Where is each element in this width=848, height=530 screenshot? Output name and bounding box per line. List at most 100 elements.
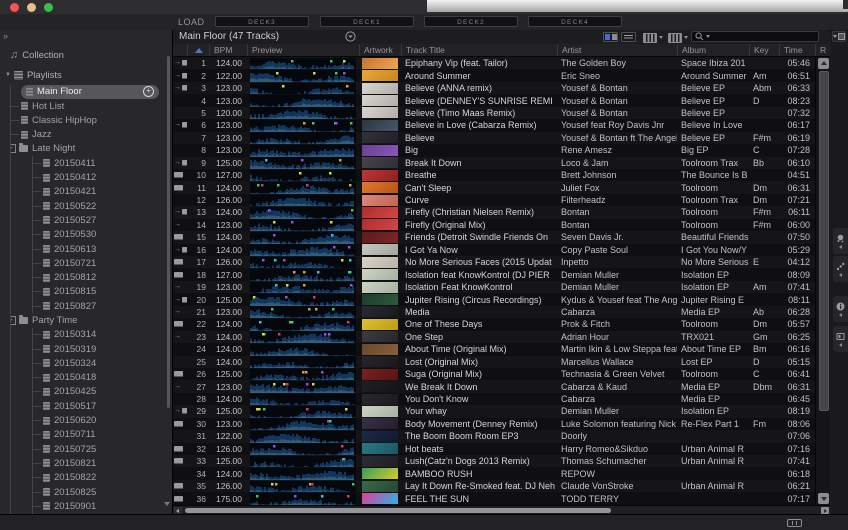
table-row[interactable]: 36 175.00 FEEL THE SUN TODD TERRY 07:17 [173, 492, 815, 504]
waveform-preview[interactable] [247, 244, 359, 256]
column-settings-dropdown[interactable] [643, 32, 664, 43]
table-row[interactable]: 22 124.00 One of These Days Prok & Fitch… [173, 318, 815, 330]
waveform-preview[interactable] [247, 343, 359, 355]
link-indicator-icon[interactable] [787, 519, 802, 527]
sidebar-item-20150827[interactable]: 20150827 [33, 299, 162, 313]
table-row[interactable]: 30 123.00 Body Movement (Denney Remix) L… [173, 418, 815, 430]
waveform-preview[interactable] [247, 132, 359, 144]
table-row[interactable]: 18 127.00 Isolation feat KnowKontrol (DJ… [173, 268, 815, 280]
waveform-preview[interactable] [247, 268, 359, 280]
table-row[interactable]: 31 122.00 The Boom Boom Room EP3 Doorly … [173, 430, 815, 442]
column-rating[interactable]: R [815, 44, 830, 56]
table-row[interactable]: 24 124.00 About Time (Original Mix) Mart… [173, 343, 815, 355]
sidebar-item-classic-hiphop[interactable]: Classic HipHop [11, 113, 162, 127]
sidebar-item-20150418[interactable]: 20150418 [33, 371, 162, 385]
waveform-preview[interactable] [247, 169, 359, 181]
table-row[interactable]: → 29 125.00 Your whay Demian Muller Isol… [173, 405, 815, 417]
collapse-expander-icon[interactable]: - [11, 144, 16, 153]
sidebar-item-20150411[interactable]: 20150411 [33, 156, 162, 170]
sidebar-item-20150725[interactable]: 20150725 [33, 442, 162, 456]
waveform-preview[interactable] [247, 368, 359, 380]
collapse-expander-icon[interactable]: - [11, 316, 16, 325]
waveform-preview[interactable] [247, 443, 359, 455]
vertical-scrollbar[interactable] [815, 57, 830, 505]
waveform-preview[interactable] [247, 467, 359, 479]
table-row[interactable]: → 9 125.00 Break It Down Loco & Jam Tool… [173, 157, 815, 169]
artwork-size-dropdown[interactable] [668, 32, 689, 43]
table-row[interactable]: → 21 123.00 Media Cabarza Media EP Ab 06… [173, 306, 815, 318]
sidebar-item-20150421[interactable]: 20150421 [33, 185, 162, 199]
table-row[interactable]: → 16 124.00 I Got Ya Now Copy Paste Soul… [173, 244, 815, 256]
table-row[interactable]: → 1 124.00 Epiphany Vip (feat. Tailor) T… [173, 57, 815, 69]
sidebar-item-main-floor[interactable]: Main Floor + [21, 85, 159, 99]
waveform-preview[interactable] [247, 219, 359, 231]
search-box[interactable] [691, 31, 819, 42]
sidebar-item-hot-list[interactable]: Hot List [11, 99, 162, 113]
table-row[interactable]: → 3 123.00 Believe (ANNA remix) Yousef &… [173, 82, 815, 94]
waveform-preview[interactable] [247, 418, 359, 430]
waveform-preview[interactable] [247, 281, 359, 293]
table-row[interactable]: 35 126.00 Lay It Down Re-Smoked feat. DJ… [173, 480, 815, 492]
sidebar-item-20150314[interactable]: 20150314 [33, 328, 162, 342]
sidebar-item-20150530[interactable]: 20150530 [33, 228, 162, 242]
table-row[interactable]: 28 124.00 You Don't Know Cabarza Media E… [173, 393, 815, 405]
sidebar-item-20150721[interactable]: 20150721 [33, 256, 162, 270]
scroll-left-icon[interactable] [174, 507, 182, 514]
waveform-preview[interactable] [247, 405, 359, 417]
close-window-button[interactable] [10, 3, 19, 12]
table-row[interactable]: → 2 122.00 Around Summer Eric Sneo Aroun… [173, 69, 815, 81]
artwork-tab[interactable] [833, 326, 848, 352]
playlist-options-icon[interactable] [345, 31, 356, 42]
sidebar-item-20150527[interactable]: 20150527 [33, 213, 162, 227]
related-tracks-tab[interactable] [833, 228, 848, 254]
sidebar-item-20150319[interactable]: 20150319 [33, 342, 162, 356]
waveform-preview[interactable] [247, 380, 359, 392]
sidebar-item-20150815[interactable]: 20150815 [33, 285, 162, 299]
column-artist[interactable]: Artist [557, 44, 677, 56]
table-row[interactable]: → 6 123.00 Believe in Love (Cabarza Remi… [173, 119, 815, 131]
column-track-title[interactable]: Track Title [401, 44, 557, 56]
column-preview[interactable]: Preview [247, 44, 359, 56]
sidebar-item-20150821[interactable]: 20150821 [33, 456, 162, 470]
waveform-preview[interactable] [247, 82, 359, 94]
table-row[interactable]: → 19 123.00 Isolation Feat KnowKontrol D… [173, 281, 815, 293]
waveform-preview[interactable] [247, 181, 359, 193]
sidebar-item-20150412[interactable]: 20150412 [33, 170, 162, 184]
sidebar-item-20150613[interactable]: 20150613 [33, 242, 162, 256]
waveform-preview[interactable] [247, 107, 359, 119]
add-track-icon[interactable]: + [143, 86, 154, 97]
load-label[interactable]: LOAD [178, 17, 205, 27]
sidebar-item-playlists[interactable]: ▼ Playlists [0, 68, 162, 82]
deck2-button[interactable]: DECK2 [424, 16, 518, 27]
browser-panel-toggle[interactable] [832, 31, 846, 42]
table-row[interactable]: 17 126.00 No More Serious Faces (2015 Up… [173, 256, 815, 268]
waveform-preview[interactable] [247, 306, 359, 318]
table-row[interactable]: → 27 123.00 We Break It Down Cabarza & K… [173, 380, 815, 392]
sidebar-item-20150825[interactable]: 20150825 [33, 485, 162, 499]
table-row[interactable]: 7 123.00 Believe Yousef & Bontan ft The … [173, 132, 815, 144]
table-row[interactable]: 11 124.00 Can't Sleep Juliet Fox Toolroo… [173, 181, 815, 193]
zoom-window-button[interactable] [44, 3, 53, 12]
table-row[interactable]: 34 124.00 BAMBOO RUSH REPOW 06:18 [173, 467, 815, 479]
table-row[interactable]: 5 120.00 Believe (Timo Maas Remix) Youse… [173, 107, 815, 119]
sidebar-item-20150711[interactable]: 20150711 [33, 428, 162, 442]
waveform-preview[interactable] [247, 144, 359, 156]
table-row[interactable]: 33 125.00 Lush(Catz'n Dogs 2013 Remix) T… [173, 455, 815, 467]
column-status[interactable] [173, 44, 187, 56]
sidebar-item-20150901[interactable]: 20150901 [33, 499, 162, 513]
sidebar-folder-late-night[interactable]: - Late Night [11, 142, 162, 156]
table-row[interactable]: → 23 124.00 One Step Adrian Hour TRX021 … [173, 331, 815, 343]
sidebar-item-collection[interactable]: ♫ Collection [0, 48, 162, 62]
column-artwork[interactable]: Artwork [359, 44, 401, 56]
waveform-preview[interactable] [247, 318, 359, 330]
deck1-button[interactable]: DECK1 [320, 16, 414, 27]
table-row[interactable]: → 13 124.00 Firefly (Christian Nielsen R… [173, 206, 815, 218]
column-key[interactable]: Key [749, 44, 779, 56]
waveform-preview[interactable] [247, 119, 359, 131]
waveform-preview[interactable] [247, 194, 359, 206]
sidebar-item-20150812[interactable]: 20150812 [33, 270, 162, 284]
minimize-window-button[interactable] [27, 3, 36, 12]
waveform-preview[interactable] [247, 94, 359, 106]
sidebar-item-20150425[interactable]: 20150425 [33, 385, 162, 399]
disclosure-triangle-icon[interactable]: ▼ [5, 72, 11, 78]
